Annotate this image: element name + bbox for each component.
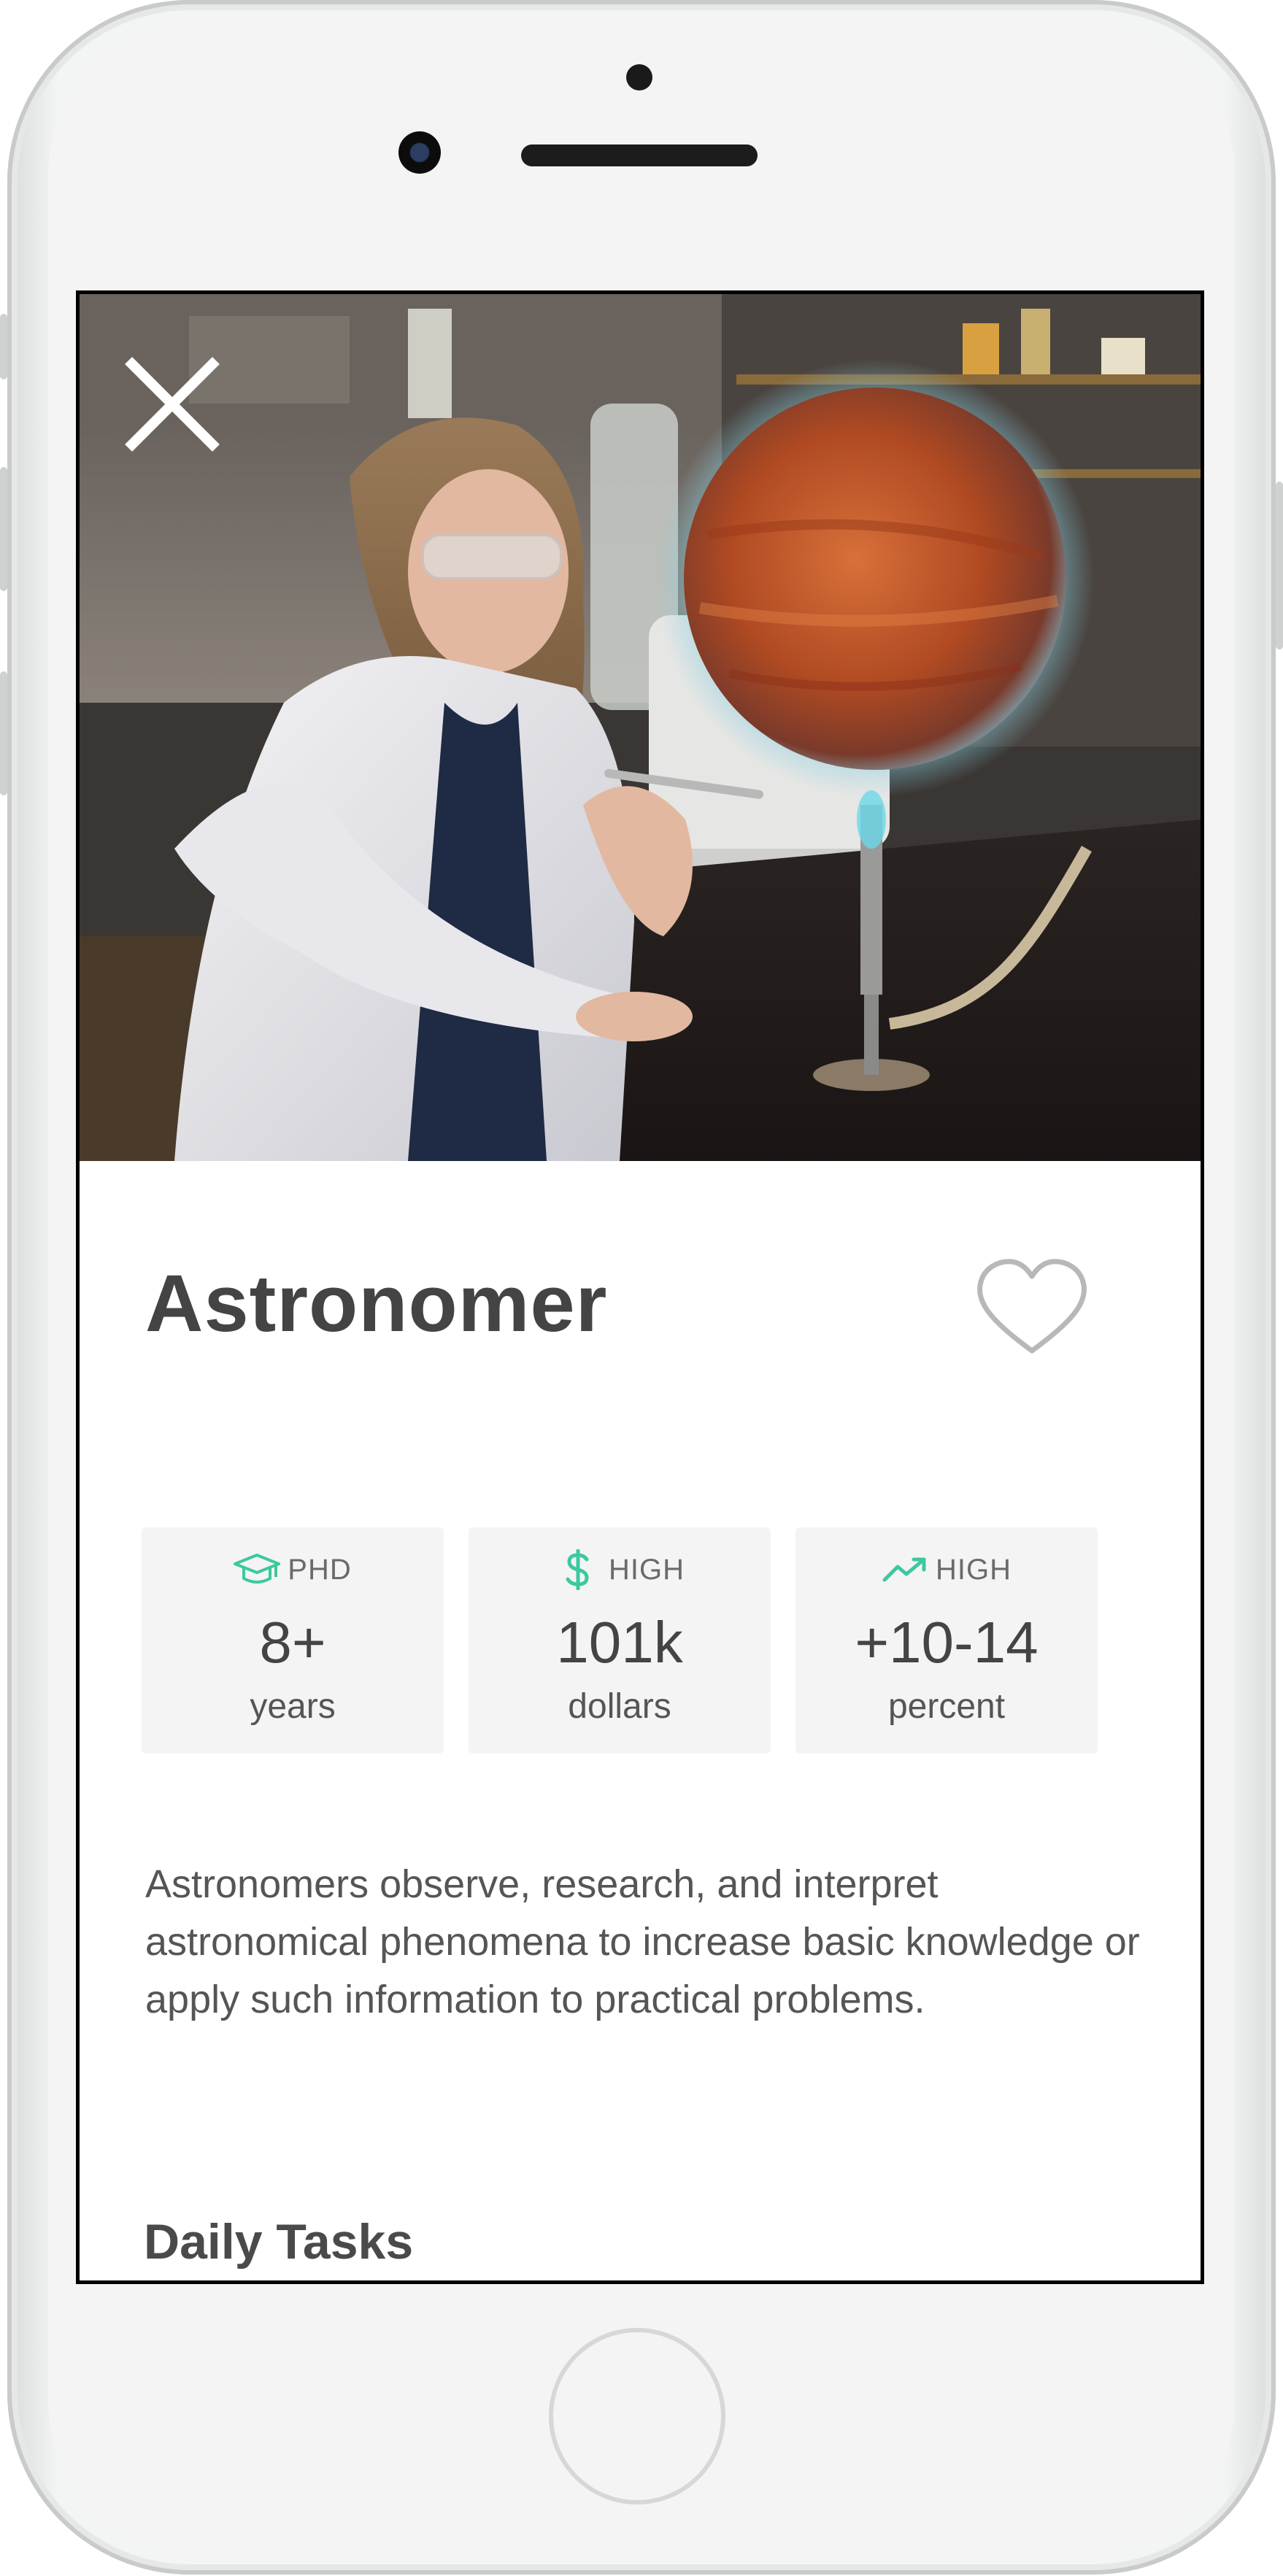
career-title: Astronomer: [145, 1259, 608, 1349]
daily-tasks-heading: Daily Tasks: [144, 2214, 414, 2270]
stat-unit: percent: [887, 1687, 1006, 1726]
hero-photo-illustration: [80, 294, 1201, 1161]
close-button[interactable]: [125, 357, 220, 452]
earpiece-speaker: [521, 144, 758, 166]
graduation-cap-icon: [234, 1549, 281, 1590]
power-button: [1276, 482, 1283, 649]
mute-switch: [0, 314, 7, 379]
stat-label: HIGH: [609, 1553, 685, 1586]
stat-unit: dollars: [568, 1687, 671, 1726]
stat-header: HIGH: [795, 1548, 1098, 1592]
heart-outline-icon: [977, 1259, 1087, 1354]
stat-label: HIGH: [936, 1553, 1012, 1586]
stat-card-salary: HIGH 101k dollars: [469, 1527, 771, 1754]
stat-header: HIGH: [469, 1548, 771, 1592]
home-button[interactable]: [549, 2328, 725, 2504]
dollar-icon: [555, 1549, 601, 1590]
app-screen: Astronomer PHD 8+ years HIGH 101k dollar…: [76, 290, 1204, 2284]
favorite-button[interactable]: [970, 1256, 1094, 1365]
stat-label: PHD: [288, 1553, 352, 1586]
volume-up-button: [0, 467, 7, 591]
stat-value: 8+: [259, 1610, 326, 1675]
close-icon: [125, 357, 220, 452]
stat-unit: years: [250, 1687, 336, 1726]
proximity-sensor: [626, 64, 652, 90]
stat-value: +10-14: [855, 1610, 1039, 1675]
volume-down-button: [0, 671, 7, 795]
front-camera: [398, 131, 441, 174]
trending-up-icon: [882, 1549, 928, 1590]
stat-card-education: PHD 8+ years: [142, 1527, 444, 1754]
hero-image: [80, 294, 1201, 1161]
stat-card-growth: HIGH +10-14 percent: [795, 1527, 1098, 1754]
stat-header: PHD: [142, 1548, 444, 1592]
stat-value: 101k: [556, 1610, 683, 1675]
career-description: Astronomers observe, research, and inter…: [145, 1862, 1140, 2021]
